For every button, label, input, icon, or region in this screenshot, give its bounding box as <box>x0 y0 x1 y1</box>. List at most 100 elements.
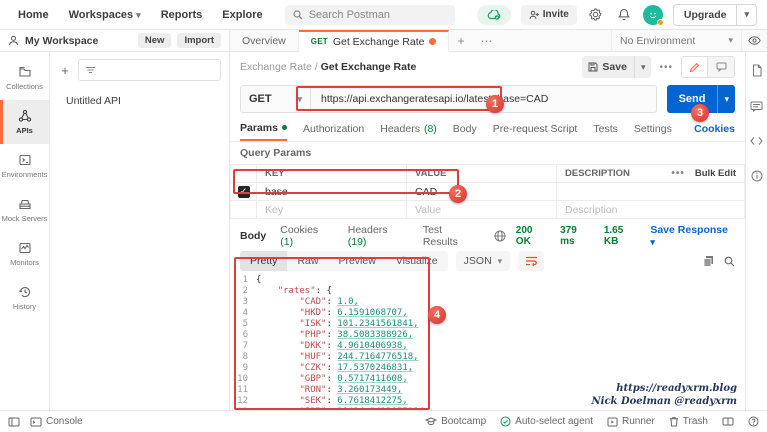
runner-button[interactable]: Runner <box>607 416 655 427</box>
view-visualize[interactable]: Visualize <box>386 251 448 271</box>
bulk-edit-button[interactable]: Bulk Edit <box>695 168 736 179</box>
invite-button[interactable]: Invite <box>520 4 577 25</box>
search-input[interactable]: Search Postman <box>284 4 455 25</box>
table-header-row: KEY VALUE DESCRIPTION ••• Bulk Edit <box>230 164 745 183</box>
code-icon[interactable] <box>750 136 763 146</box>
save-response-button[interactable]: Save Response ▾ <box>650 224 735 248</box>
trash-button[interactable]: Trash <box>669 416 708 427</box>
documentation-icon[interactable] <box>751 64 763 77</box>
trash-icon <box>669 416 679 427</box>
param-value-cell[interactable]: CAD <box>406 182 557 201</box>
method-badge: GET <box>310 37 328 46</box>
edit-pencil-icon[interactable] <box>682 57 708 77</box>
response-tab-body[interactable]: Body <box>240 230 266 242</box>
code-line: 6 "PHP": 38.5083388926, <box>242 330 414 340</box>
chevron-down-icon[interactable]: ▾ <box>635 62 652 73</box>
sidebar-item-history[interactable]: History <box>0 276 49 320</box>
breadcrumb-parent[interactable]: Exchange Rate <box>240 61 312 73</box>
sidebar-item-monitors[interactable]: Monitors <box>0 232 49 276</box>
response-tools <box>703 255 735 267</box>
annotation-badge-4: 4 <box>428 306 446 324</box>
console-button[interactable]: Console <box>30 416 83 427</box>
filter-input[interactable] <box>78 59 221 81</box>
watermark-author: Nick Doelman @readyxrm <box>591 396 737 407</box>
tab-get-exchange-rate[interactable]: GET Get Exchange Rate <box>298 30 450 52</box>
tab-params[interactable]: Params <box>240 116 287 141</box>
api-list-item-untitled[interactable]: Untitled API <box>50 85 229 107</box>
method-selector[interactable]: GET ▾ <box>240 85 310 113</box>
param-value-placeholder[interactable]: Value <box>406 200 557 219</box>
nav-home[interactable]: Home <box>18 9 49 21</box>
workspace-title[interactable]: My Workspace <box>25 35 132 47</box>
add-api-button[interactable]: + <box>58 63 72 78</box>
tab-options-button[interactable]: ⋯ <box>472 30 500 51</box>
param-key-placeholder[interactable]: Key <box>256 200 407 219</box>
comments-icon[interactable] <box>750 101 763 112</box>
chevron-down-icon[interactable]: ▾ <box>737 9 756 20</box>
right-icon-rail <box>745 52 767 410</box>
two-pane-icon[interactable] <box>722 417 734 426</box>
environment-eye-icon[interactable] <box>741 30 767 51</box>
save-button[interactable]: Save ▾ <box>582 56 652 78</box>
comment-bubble-icon[interactable] <box>708 57 734 77</box>
param-description-cell[interactable] <box>556 182 745 201</box>
new-tab-button[interactable]: + <box>449 30 472 51</box>
user-avatar[interactable] <box>642 4 664 26</box>
console-icon <box>30 417 42 427</box>
status-code: 200 OK <box>515 225 533 247</box>
response-size: 1.65 KB <box>603 225 624 247</box>
query-params-label: Query Params <box>240 147 312 159</box>
network-globe-icon[interactable] <box>494 230 506 242</box>
view-raw[interactable]: Raw <box>287 251 328 271</box>
chevron-down-icon[interactable]: ▾ <box>718 94 735 105</box>
column-description: DESCRIPTION ••• Bulk Edit <box>556 164 745 183</box>
auto-select-agent-button[interactable]: Auto-select agent <box>500 416 593 427</box>
param-checkbox-cell <box>230 200 257 219</box>
url-input[interactable]: https://api.exchangeratesapi.io/latest?b… <box>310 85 657 113</box>
search-icon <box>293 9 303 20</box>
tab-authorization[interactable]: Authorization <box>303 116 364 141</box>
settings-gear-icon[interactable] <box>587 6 605 24</box>
environment-selector[interactable]: No Environment ▾ <box>611 30 741 51</box>
new-button[interactable]: New <box>137 33 172 48</box>
cookies-link[interactable]: Cookies <box>694 123 735 135</box>
nav-reports[interactable]: Reports <box>161 9 203 21</box>
response-tab-headers[interactable]: Headers (19) <box>348 224 409 248</box>
sync-status-icon[interactable] <box>476 4 511 25</box>
code-line: 9 "CZK": 17.5370246831, <box>242 363 414 373</box>
response-tab-test-results[interactable]: Test Results <box>423 224 480 248</box>
bootcamp-button[interactable]: Bootcamp <box>425 416 486 427</box>
response-tab-cookies[interactable]: Cookies (1) <box>280 224 334 248</box>
info-icon[interactable] <box>751 170 763 182</box>
sidebar-item-mock-servers[interactable]: Mock Servers <box>0 188 49 232</box>
help-icon[interactable] <box>748 416 759 427</box>
format-selector[interactable]: JSON ▾ <box>455 251 511 271</box>
tab-overview[interactable]: Overview <box>230 30 299 51</box>
param-description-placeholder[interactable]: Description <box>556 200 745 219</box>
view-preview[interactable]: Preview <box>328 251 385 271</box>
sidebar-item-collections[interactable]: Collections <box>0 56 49 100</box>
sidebar-item-apis[interactable]: APIs <box>0 100 49 144</box>
annotation-badge-1: 1 <box>486 95 504 113</box>
upgrade-button[interactable]: Upgrade ▾ <box>672 3 757 26</box>
console-label: Console <box>46 416 83 427</box>
nav-explore[interactable]: Explore <box>222 9 262 21</box>
import-button[interactable]: Import <box>177 33 221 48</box>
copy-icon[interactable] <box>703 255 714 267</box>
tab-pre-request-script[interactable]: Pre-request Script <box>493 116 578 141</box>
sidebar-toggle-icon[interactable] <box>8 417 20 427</box>
tab-headers[interactable]: Headers (8) <box>380 116 437 141</box>
notifications-bell-icon[interactable] <box>615 6 633 24</box>
params-more-button[interactable]: ••• <box>671 168 685 179</box>
sidebar-item-environments[interactable]: Environments <box>0 144 49 188</box>
param-checkbox[interactable]: ✓ <box>237 185 250 198</box>
tab-settings[interactable]: Settings <box>634 116 672 141</box>
search-response-icon[interactable] <box>724 256 735 267</box>
tab-tests[interactable]: Tests <box>593 116 618 141</box>
wrap-lines-icon[interactable] <box>518 251 545 271</box>
param-key-cell[interactable]: base <box>256 182 407 201</box>
nav-workspaces[interactable]: Workspaces ▾ <box>69 9 141 21</box>
view-pretty[interactable]: Pretty <box>240 251 288 271</box>
tab-body[interactable]: Body <box>453 116 477 141</box>
more-options-button[interactable]: ••• <box>659 62 673 73</box>
